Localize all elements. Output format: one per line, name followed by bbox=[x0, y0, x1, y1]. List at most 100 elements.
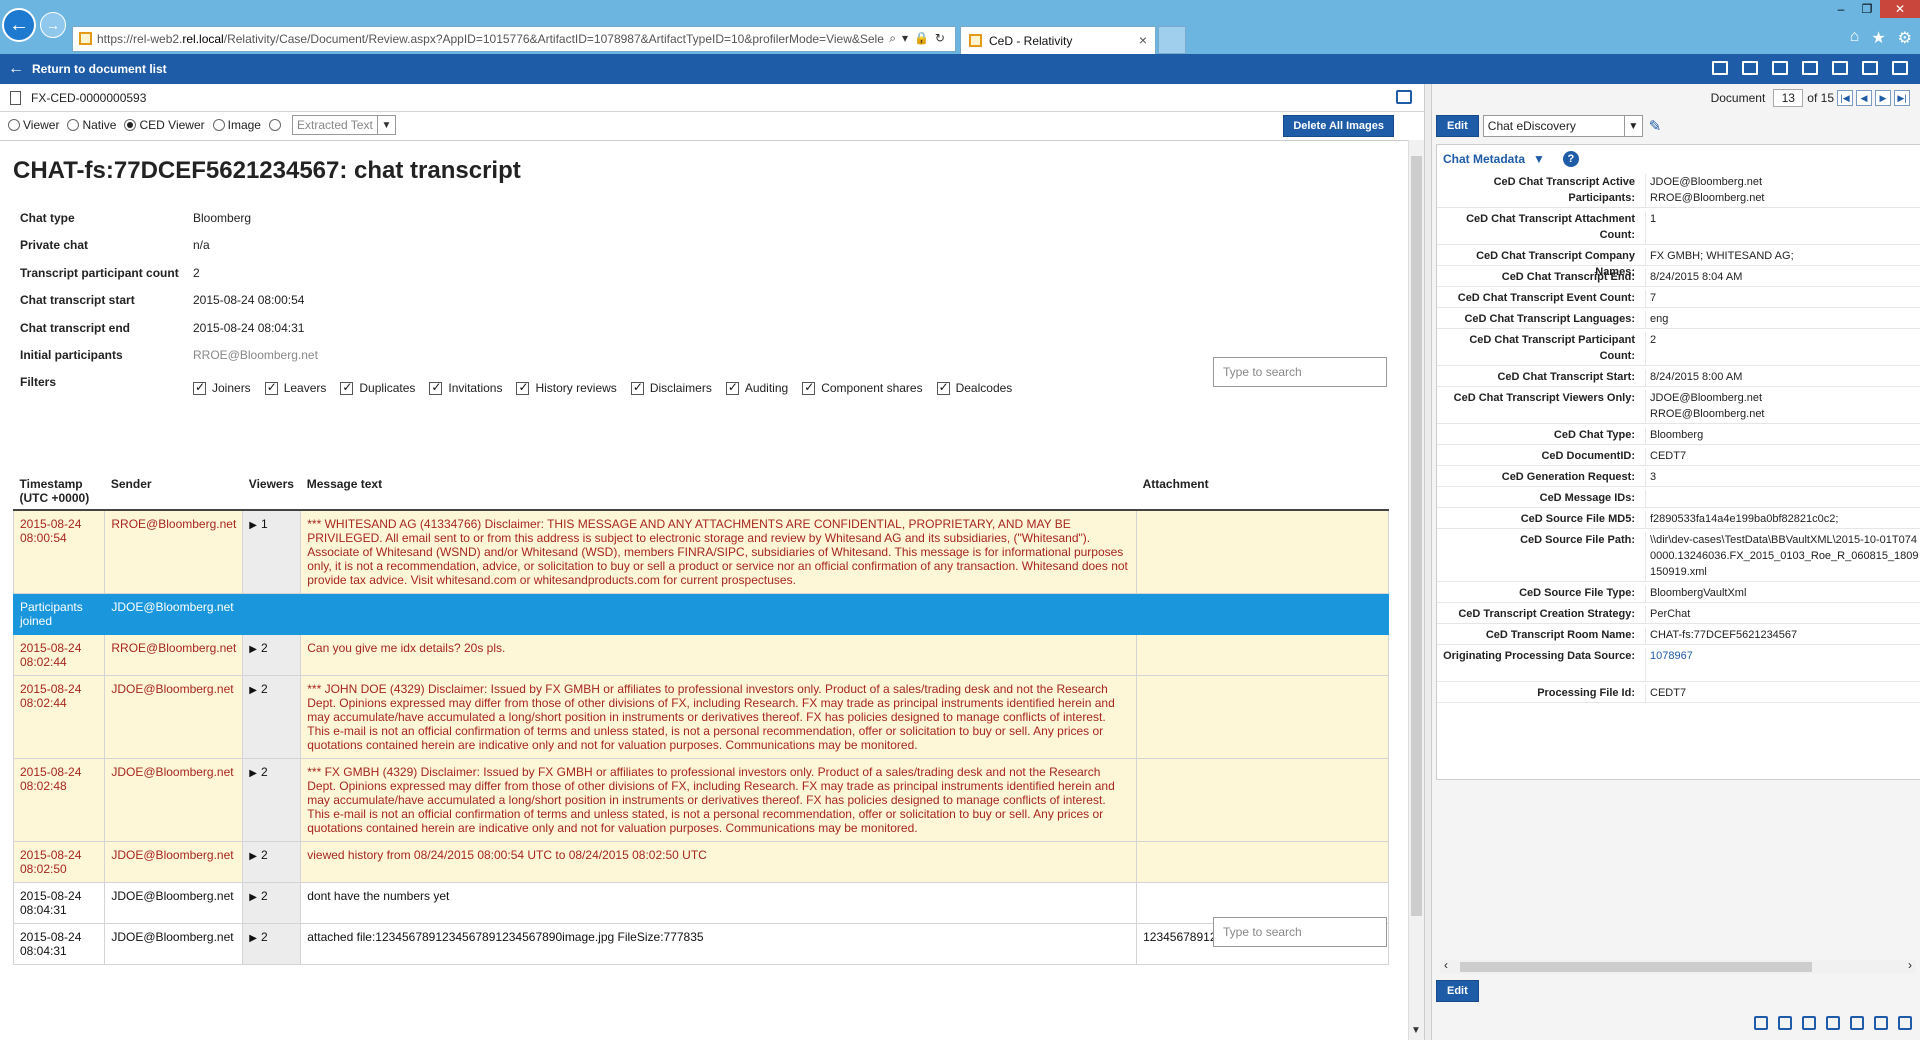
first-document-icon[interactable]: |◀ bbox=[1837, 90, 1853, 106]
restore-icon[interactable]: ❐ bbox=[1854, 0, 1880, 18]
new-tab-button[interactable] bbox=[1158, 26, 1186, 54]
extracted-text-select[interactable]: Extracted Text ▼ bbox=[291, 115, 396, 135]
transcript-search-input-bottom[interactable]: Type to search bbox=[1213, 917, 1387, 947]
print-icon[interactable] bbox=[1742, 61, 1758, 75]
edit-button-bottom[interactable]: Edit bbox=[1436, 980, 1479, 1002]
url-path: /Relativity/Case/Document/Review.aspx?Ap… bbox=[223, 32, 884, 46]
filter-checkbox[interactable]: Disclaimers bbox=[630, 380, 712, 395]
filter-checkbox[interactable]: Invitations bbox=[429, 380, 502, 395]
tree-icon[interactable] bbox=[1778, 1016, 1792, 1030]
native-mode-radio[interactable]: Native bbox=[67, 118, 116, 132]
cell-viewers[interactable]: ▶ 2 bbox=[242, 882, 302, 924]
column-header[interactable]: Attachment bbox=[1136, 473, 1389, 511]
help-icon[interactable]: ? bbox=[1562, 151, 1579, 167]
scroll-down-icon[interactable]: ▼ bbox=[1411, 1025, 1421, 1036]
expand-viewers-icon[interactable]: ▶ bbox=[249, 685, 257, 696]
related-items-icon[interactable] bbox=[1396, 90, 1412, 104]
browser-forward-button[interactable]: → bbox=[40, 12, 66, 38]
cell-viewers[interactable]: ▶ 2 bbox=[242, 758, 302, 842]
current-document-input[interactable]: 13 bbox=[1773, 89, 1804, 107]
last-document-icon[interactable]: ▶| bbox=[1894, 90, 1910, 106]
table-row[interactable]: 2015-08-24 08:02:50 JDOE@Bloomberg.net ▶… bbox=[12, 841, 1389, 883]
cell-viewers[interactable]: ▶ 1 bbox=[242, 509, 302, 594]
return-to-list-link[interactable]: ← Return to document list bbox=[0, 60, 167, 78]
expand-viewers-icon[interactable]: ▶ bbox=[249, 851, 257, 862]
expand-viewers-icon[interactable]: ▶ bbox=[249, 933, 257, 944]
filter-checkbox[interactable]: Joiners bbox=[193, 380, 251, 395]
link-icon[interactable] bbox=[1874, 1016, 1888, 1030]
filter-checkbox[interactable]: Component shares bbox=[802, 380, 923, 395]
scroll-thumb[interactable] bbox=[1411, 156, 1422, 916]
viewer-scrollbar[interactable]: ▼ bbox=[1408, 140, 1424, 1040]
home-icon[interactable]: ⌂ bbox=[1850, 28, 1860, 48]
expand-viewers-icon[interactable]: ▶ bbox=[249, 644, 257, 655]
section-header[interactable]: Chat Metadata ▼ ? bbox=[1443, 151, 1579, 167]
horizontal-scrollbar[interactable]: ‹ › bbox=[1440, 958, 1916, 974]
tab-close-icon[interactable]: × bbox=[1139, 32, 1147, 48]
cell-viewers[interactable]: ▶ 2 bbox=[242, 841, 302, 883]
delete-all-images-button[interactable]: Delete All Images bbox=[1283, 115, 1394, 137]
field-row: CeD Chat Transcript Participant Count: 2 bbox=[1437, 329, 1920, 366]
window-controls: – ❐ ✕ bbox=[1828, 0, 1920, 18]
previous-document-icon[interactable]: ◀ bbox=[1856, 90, 1872, 106]
pane-splitter[interactable] bbox=[1424, 84, 1432, 1040]
expand-viewers-icon[interactable]: ▶ bbox=[249, 768, 257, 779]
address-bar[interactable]: https://rel-web2. rel.local/Relativity/Ca… bbox=[72, 26, 956, 52]
expand-viewers-icon[interactable]: ▶ bbox=[249, 520, 257, 531]
viewer-count: 2 bbox=[260, 930, 268, 944]
popout-icon[interactable] bbox=[1802, 61, 1818, 75]
edit-button[interactable]: Edit bbox=[1436, 115, 1479, 137]
cell-viewers[interactable]: ▶ 2 bbox=[242, 923, 302, 965]
address-tools-icon[interactable]: ⌕▾🔒↻ bbox=[889, 31, 951, 46]
column-header[interactable]: Message text bbox=[300, 473, 1137, 511]
filter-checkbox[interactable]: Auditing bbox=[725, 380, 788, 395]
persistent-highlight-icon[interactable] bbox=[1898, 1016, 1912, 1030]
scroll-right-icon[interactable]: › bbox=[1908, 958, 1912, 972]
scroll-thumb[interactable] bbox=[1460, 962, 1812, 972]
table-row[interactable]: 2015-08-24 08:04:31 JDOE@Bloomberg.net ▶… bbox=[12, 882, 1389, 924]
split-view-icon[interactable] bbox=[1832, 61, 1848, 75]
scroll-left-icon[interactable]: ‹ bbox=[1444, 958, 1448, 972]
browser-tab[interactable]: CeD - Relativity × bbox=[960, 26, 1156, 54]
table-row[interactable]: 2015-08-24 08:02:44 JDOE@Bloomberg.net ▶… bbox=[12, 675, 1389, 759]
caret-down-icon[interactable]: ▼ bbox=[1533, 152, 1545, 166]
list-icon[interactable] bbox=[1850, 1016, 1864, 1030]
viewer-mode-radio[interactable]: Viewer bbox=[8, 118, 59, 132]
settings-gear-icon[interactable]: ⚙ bbox=[1898, 28, 1912, 48]
window-icon[interactable] bbox=[1862, 61, 1878, 75]
expand-viewers-icon[interactable]: ▶ bbox=[249, 892, 257, 903]
filter-checkbox[interactable]: Dealcodes bbox=[936, 380, 1012, 395]
filter-checkbox[interactable]: Leavers bbox=[264, 380, 326, 395]
table-row[interactable]: 2015-08-24 08:02:48 JDOE@Bloomberg.net ▶… bbox=[12, 758, 1389, 842]
extracted-text-radio[interactable] bbox=[268, 119, 284, 131]
cell-viewers[interactable]: ▶ 2 bbox=[242, 634, 302, 676]
minimize-icon[interactable]: – bbox=[1828, 0, 1854, 18]
table-row[interactable]: 2015-08-24 08:02:44 RROE@Bloomberg.net ▶… bbox=[12, 634, 1389, 676]
collapse-icon[interactable] bbox=[1892, 61, 1908, 75]
next-document-icon[interactable]: ▶ bbox=[1875, 90, 1891, 106]
pencil-icon[interactable]: ✎ bbox=[1649, 117, 1662, 135]
cell-sender: JDOE@Bloomberg.net bbox=[104, 841, 244, 883]
layout-select[interactable]: Chat eDiscovery ▼ bbox=[1482, 115, 1643, 137]
image-icon[interactable] bbox=[1802, 1016, 1816, 1030]
favorites-star-icon[interactable]: ★ bbox=[1871, 28, 1885, 48]
column-header[interactable]: Timestamp (UTC +0000) bbox=[13, 473, 105, 511]
ced-viewer-mode-radio[interactable]: CED Viewer bbox=[124, 118, 205, 132]
table-row[interactable]: 2015-08-24 08:00:54 RROE@Bloomberg.net ▶… bbox=[12, 509, 1389, 594]
transcript-search-input[interactable]: Type to search bbox=[1213, 357, 1387, 387]
column-header[interactable]: Sender bbox=[104, 473, 243, 511]
table-row[interactable]: 2015-08-24 08:04:31 JDOE@Bloomberg.net ▶… bbox=[12, 923, 1389, 965]
column-header[interactable]: Viewers bbox=[242, 473, 301, 511]
browser-back-button[interactable]: ← bbox=[2, 8, 36, 42]
participants-joined-row[interactable]: Participants joined JDOE@Bloomberg.net bbox=[12, 593, 1389, 635]
image-mode-radio[interactable]: Image bbox=[212, 118, 261, 132]
filter-checkbox[interactable]: Duplicates bbox=[340, 380, 415, 395]
history-icon[interactable] bbox=[1826, 1016, 1840, 1030]
layout-columns-icon[interactable] bbox=[1772, 61, 1788, 75]
copy-icon[interactable] bbox=[1754, 1016, 1768, 1030]
window-close-icon[interactable]: ✕ bbox=[1880, 0, 1920, 18]
cell-viewers[interactable]: ▶ 2 bbox=[242, 675, 302, 759]
field-value[interactable]: 1078967 bbox=[1645, 648, 1920, 681]
mass-edit-icon[interactable] bbox=[1712, 61, 1728, 75]
filter-checkbox[interactable]: History reviews bbox=[516, 380, 617, 395]
